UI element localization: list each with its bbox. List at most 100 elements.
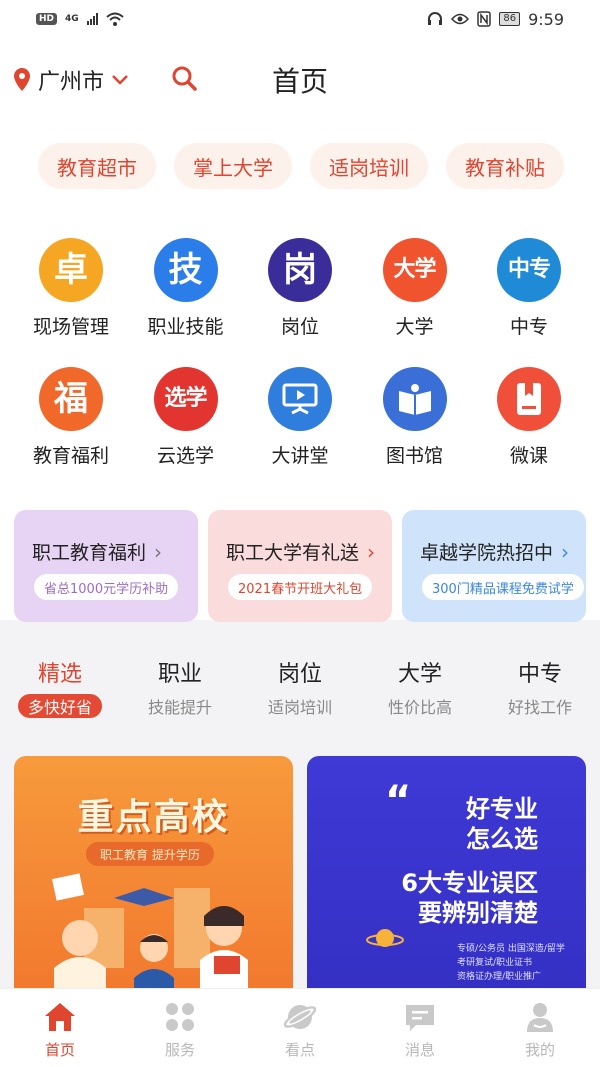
card-title: 重点高校 (77, 797, 230, 838)
tab-subtitle: 好找工作 (507, 698, 572, 717)
card-headline-1: 好专业 (466, 795, 538, 823)
promo-subtitle: 300门精品课程免费试学 (422, 574, 584, 600)
bottom-navigation: 首页 服务 看点 消息 我的 (0, 988, 600, 1067)
pill-job-training[interactable]: 适岗培训 (310, 143, 428, 189)
quick-pills: 教育超市 掌上大学 适岗培训 教育补贴 (38, 143, 578, 189)
nav-profile[interactable]: 我的 (480, 989, 600, 1067)
network-type: 4G (65, 14, 79, 24)
search-button[interactable] (170, 64, 200, 94)
card-headline-2: 怎么选 (466, 825, 538, 853)
tab-label: 大学 (397, 662, 442, 687)
grid-item-label: 大学 (395, 316, 434, 338)
category-tabs: 精选 多快好省 职业 技能提升 岗位 适岗培训 大学 性价比高 中专 好找工作 (0, 640, 600, 730)
tab-label: 精选 (37, 662, 82, 687)
tab-subtitle: 适岗培训 (267, 698, 332, 717)
promo-title: 卓越学院热招中 (420, 542, 554, 564)
nav-label: 消息 (404, 1041, 435, 1059)
micro-course-icon (497, 367, 561, 431)
eye-icon (451, 13, 470, 25)
card-key-universities[interactable]: 重点高校 职工教育 提升学历 (14, 756, 293, 988)
promo-subtitle: 2021春节开班大礼包 (228, 574, 373, 600)
tab-technical-school[interactable]: 中专 好找工作 (480, 640, 600, 730)
tab-subtitle: 技能提升 (147, 698, 212, 717)
clock: 9:59 (528, 9, 564, 29)
location-pin-icon (14, 68, 30, 91)
nav-messages[interactable]: 消息 (360, 989, 480, 1067)
promo-subtitle: 省总1000元学历补助 (34, 574, 179, 600)
tab-position[interactable]: 岗位 适岗培训 (240, 640, 360, 730)
chevron-right-icon: › (561, 539, 570, 564)
grid-item-label: 云选学 (156, 445, 214, 467)
tab-university[interactable]: 大学 性价比高 (360, 640, 480, 730)
nav-label: 看点 (284, 1041, 315, 1059)
tab-subtitle: 性价比高 (387, 698, 452, 717)
technical-school-icon: 中专 (497, 238, 561, 302)
battery-indicator: 86 (499, 12, 521, 26)
lecture-hall-icon (268, 367, 332, 431)
tab-vocational[interactable]: 职业 技能提升 (120, 640, 240, 730)
grid-item-lecture-hall[interactable]: 大讲堂 (243, 367, 357, 468)
grid-item-label: 职业技能 (147, 316, 224, 338)
nav-label: 我的 (524, 1041, 555, 1059)
planet-icon (283, 1005, 317, 1029)
nav-services[interactable]: 服务 (120, 989, 240, 1067)
promo-excellence-college[interactable]: 卓越学院热招中 › 300门精品课程免费试学 (402, 510, 586, 622)
tab-featured[interactable]: 精选 多快好省 (0, 640, 120, 730)
tab-subtitle: 多快好省 (17, 694, 102, 718)
grid-item-label: 微课 (509, 445, 548, 467)
tab-label: 职业 (157, 662, 202, 687)
chevron-right-icon: › (154, 539, 163, 564)
grid-item-vocational-skills[interactable]: 技 职业技能 (129, 238, 243, 339)
nfc-icon (477, 11, 492, 27)
nav-label: 首页 (44, 1041, 75, 1059)
services-icon (166, 1003, 194, 1031)
grid-item-label: 大讲堂 (271, 445, 329, 467)
nav-highlights[interactable]: 看点 (240, 989, 360, 1067)
grid-item-micro-course[interactable]: 微课 (472, 367, 586, 468)
nav-label: 服务 (164, 1041, 195, 1059)
promo-cards: 职工教育福利 › 省总1000元学历补助 职工大学有礼送 › 2021春节开班大… (14, 510, 586, 622)
library-icon (382, 367, 447, 431)
university-icon: 大学 (382, 238, 447, 302)
site-management-icon: 卓 (39, 238, 103, 302)
card-small-text: 考研复试/职业证书 (457, 958, 533, 968)
pill-education-market[interactable]: 教育超市 (38, 143, 156, 189)
location-selector[interactable]: 广州市 (12, 64, 130, 96)
page-title: 首页 (271, 65, 328, 98)
city-name: 广州市 (38, 70, 105, 95)
grid-item-university[interactable]: 大学 大学 (358, 238, 472, 339)
card-choose-major[interactable]: “ 好专业 怎么选 6大专业误区 要辨别清楚 专硕/公务员 出国深造/留学 考研… (307, 756, 586, 988)
students-illustration (52, 873, 248, 988)
home-icon (45, 1003, 75, 1031)
hd-badge: HD (36, 13, 58, 25)
card-small-text: 资格证办理/职业推广 (457, 972, 542, 982)
header: 广州市 首页 (0, 50, 600, 110)
grid-item-education-welfare[interactable]: 福 教育福利 (14, 367, 128, 468)
service-grid: 卓 现场管理 技 职业技能 岗 岗位 大学 大学 中专 中专 福 教育福利 选学… (14, 238, 586, 496)
promo-employee-welfare[interactable]: 职工教育福利 › 省总1000元学历补助 (14, 510, 198, 622)
grid-item-site-management[interactable]: 卓 现场管理 (14, 238, 128, 339)
vocational-skills-icon: 技 (153, 238, 218, 302)
grid-item-library[interactable]: 图书馆 (358, 367, 472, 468)
promo-employee-university[interactable]: 职工大学有礼送 › 2021春节开班大礼包 (208, 510, 392, 622)
signal-icon (86, 13, 98, 25)
grid-item-label: 岗位 (280, 316, 319, 338)
grid-item-label: 现场管理 (32, 316, 109, 338)
grid-item-label: 教育福利 (32, 445, 109, 467)
grid-item-technical-school[interactable]: 中专 中专 (472, 238, 586, 339)
welfare-icon: 福 (39, 367, 103, 431)
pill-palm-university[interactable]: 掌上大学 (174, 143, 292, 189)
promo-title: 职工大学有礼送 (226, 542, 360, 564)
chevron-right-icon: › (367, 539, 376, 564)
card-subtitle: 职工教育 提升学历 (86, 842, 214, 866)
status-bar: HD 4G 86 9:59 (0, 0, 600, 38)
user-icon (527, 1003, 553, 1032)
grid-item-position[interactable]: 岗 岗位 (243, 238, 357, 339)
cloud-study-icon: 选学 (153, 367, 218, 431)
grid-item-cloud-study[interactable]: 选学 云选学 (129, 367, 243, 468)
grid-item-label: 中专 (509, 316, 548, 338)
pill-education-subsidy[interactable]: 教育补贴 (446, 143, 564, 189)
nav-home[interactable]: 首页 (0, 989, 120, 1067)
card-headline-4: 要辨别清楚 (418, 899, 538, 927)
search-icon (172, 66, 197, 91)
